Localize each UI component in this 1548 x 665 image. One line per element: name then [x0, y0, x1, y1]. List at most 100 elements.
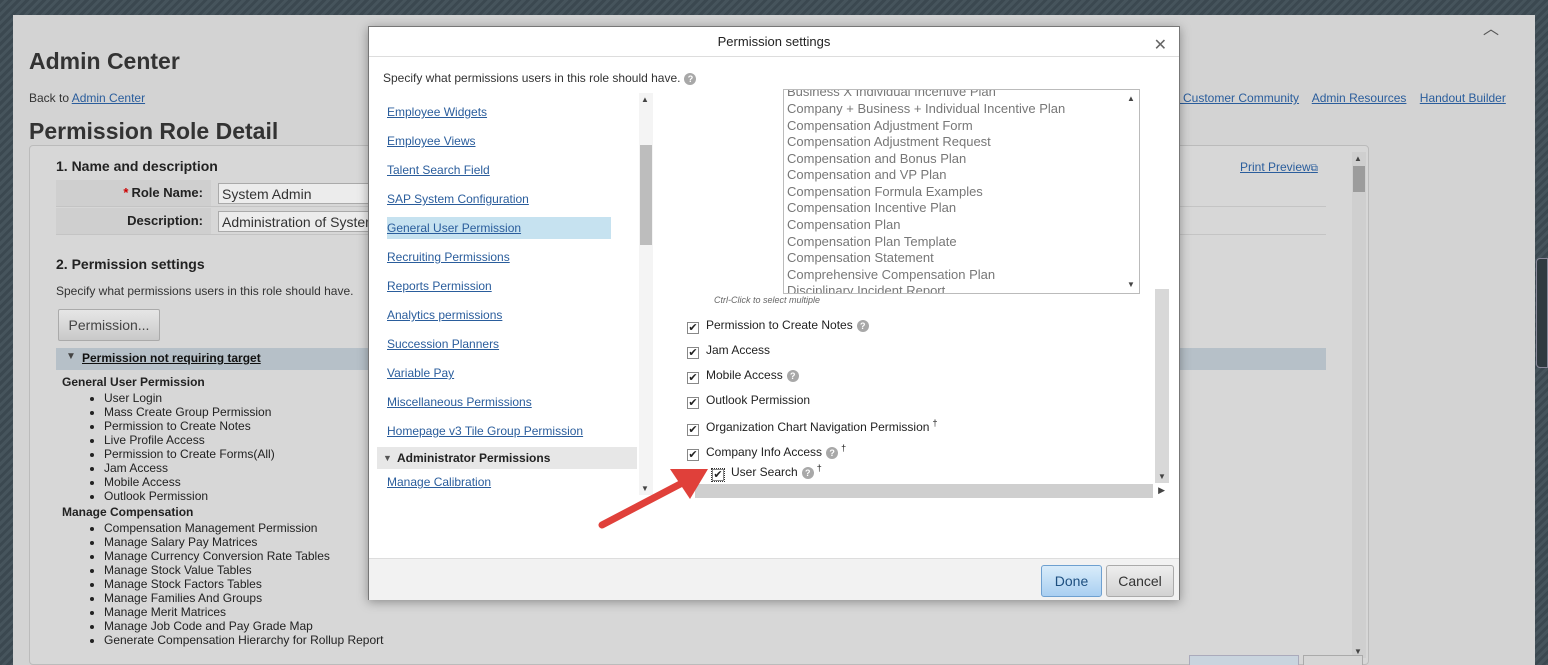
category-variable-pay[interactable]: Variable Pay — [387, 362, 454, 384]
list-option[interactable]: Company + Business + Individual Incentiv… — [787, 101, 1065, 116]
admin-resources-link[interactable]: Admin Resources — [1312, 91, 1407, 105]
checkbox-row-jam-access[interactable]: ✔ Jam Access — [687, 343, 770, 359]
required-marker: * — [123, 185, 129, 200]
back-to-breadcrumb: Back to Admin Center — [29, 91, 145, 105]
permission-button[interactable]: Permission... — [58, 309, 160, 341]
category-general-user-permission[interactable]: General User Permission — [387, 217, 611, 239]
cancel-button[interactable]: Cancel — [1106, 565, 1174, 597]
print-preview-link[interactable]: Print Preview⧉ — [1240, 160, 1318, 174]
group-general-user-permission: General User Permission — [62, 375, 205, 389]
footer-primary-button[interactable] — [1189, 655, 1299, 665]
scroll-down-icon[interactable]: ▼ — [1127, 280, 1135, 289]
admin-center-title: Admin Center — [29, 48, 180, 74]
list-item: Compensation Management Permission — [104, 521, 383, 535]
list-item: Manage Stock Value Tables — [104, 563, 383, 577]
permission-settings-dialog: Permission settings ✕ Specify what permi… — [368, 26, 1180, 600]
checkbox-row-user-search[interactable]: ✔ User Search? † — [711, 463, 822, 482]
list-item: Manage Currency Conversion Rate Tables — [104, 549, 383, 563]
permission-not-requiring-target-label: Permission not requiring target — [82, 351, 261, 365]
list-item: Manage Salary Pay Matrices — [104, 535, 383, 549]
category-employee-views[interactable]: Employee Views — [387, 130, 476, 152]
checkbox-row-org-chart-navigation[interactable]: ✔ Organization Chart Navigation Permissio… — [687, 418, 937, 436]
list-option[interactable]: Comprehensive Compensation Plan — [787, 267, 995, 282]
section-permission-settings-heading: 2. Permission settings — [56, 256, 205, 272]
list-option[interactable]: Compensation Plan Template — [787, 234, 957, 249]
list-item: Manage Families And Groups — [104, 591, 383, 605]
list-option[interactable]: Compensation Formula Examples — [787, 184, 983, 199]
handout-builder-link[interactable]: Handout Builder — [1420, 91, 1506, 105]
scrollbar-thumb[interactable] — [640, 145, 652, 245]
collapse-caret-icon: ▼ — [383, 453, 392, 463]
checkbox-row-create-notes[interactable]: ✔ Permission to Create Notes? — [687, 318, 869, 334]
category-succession-planners[interactable]: Succession Planners — [387, 333, 499, 355]
list-option[interactable]: Compensation Incentive Plan — [787, 200, 956, 215]
list-item: Mass Create Group Permission — [104, 405, 275, 419]
list-option[interactable]: Disciplinary Incident Report — [787, 283, 945, 293]
scroll-up-icon[interactable]: ▲ — [1127, 94, 1135, 103]
scroll-right-icon[interactable]: ▶ — [1158, 485, 1165, 496]
category-manage-calibration[interactable]: Manage Calibration — [387, 471, 491, 493]
back-to-admin-center-link[interactable]: Admin Center — [72, 91, 145, 105]
listbox-scrollbar[interactable]: ▲ ▼ — [1123, 90, 1139, 293]
category-miscellaneous-permissions[interactable]: Miscellaneous Permissions — [387, 391, 532, 413]
scroll-down-icon[interactable]: ▼ — [1158, 472, 1166, 481]
permission-settings-description: Specify what permissions users in this r… — [56, 284, 354, 298]
scroll-up-icon[interactable]: ▲ — [641, 95, 649, 104]
category-reports-permission[interactable]: Reports Permission — [387, 275, 492, 297]
panel-scrollbar[interactable]: ▲ ▼ — [1352, 152, 1366, 658]
list-option[interactable]: Compensation Adjustment Request — [787, 134, 991, 149]
checkbox-create-notes[interactable]: ✔ — [687, 322, 699, 334]
collapse-caret-icon[interactable]: ︿ — [1483, 15, 1499, 39]
checkbox-row-mobile-access[interactable]: ✔ Mobile Access? — [687, 368, 799, 384]
horizontal-scrollbar[interactable]: ▶ — [695, 484, 1165, 498]
list-option[interactable]: Business X Individual Incentive Plan — [787, 90, 996, 99]
manage-compensation-list: Compensation Management Permission Manag… — [104, 521, 383, 647]
category-sap-system-configuration[interactable]: SAP System Configuration — [387, 188, 529, 210]
list-option[interactable]: Compensation Plan — [787, 217, 900, 232]
category-recruiting-permissions[interactable]: Recruiting Permissions — [387, 246, 510, 268]
customer-community-link[interactable]: o Customer Community — [1173, 91, 1299, 105]
description-label: Description: — [56, 208, 211, 234]
checkbox-jam-access[interactable]: ✔ — [687, 347, 699, 359]
form-template-multiselect[interactable]: Business X Individual Incentive Plan Com… — [783, 89, 1140, 294]
list-option[interactable]: Compensation and Bonus Plan — [787, 151, 966, 166]
list-item: Mobile Access — [104, 475, 275, 489]
checkbox-org-chart-navigation[interactable]: ✔ — [687, 424, 699, 436]
list-item: Generate Compensation Hierarchy for Roll… — [104, 633, 383, 647]
list-option[interactable]: Compensation Adjustment Form — [787, 118, 973, 133]
ctrl-click-hint: Ctrl-Click to select multiple — [714, 295, 821, 305]
checkbox-mobile-access[interactable]: ✔ — [687, 372, 699, 384]
dagger-marker: † — [816, 463, 822, 473]
list-item: Manage Stock Factors Tables — [104, 577, 383, 591]
list-item: Permission to Create Notes — [104, 419, 275, 433]
back-to-prefix: Back to — [29, 91, 70, 105]
checkbox-row-outlook-permission[interactable]: ✔ Outlook Permission — [687, 393, 810, 409]
close-icon[interactable]: ✕ — [1154, 35, 1167, 55]
list-option[interactable]: Compensation Statement — [787, 250, 934, 265]
expand-caret-icon: ▼ — [66, 351, 76, 362]
checkbox-outlook-permission[interactable]: ✔ — [687, 397, 699, 409]
dialog-instructions: Specify what permissions users in this r… — [383, 71, 697, 85]
help-icon[interactable]: ? — [826, 446, 839, 459]
dagger-marker: † — [841, 443, 847, 453]
scrollbar-thumb[interactable] — [1353, 166, 1365, 192]
done-button[interactable]: Done — [1041, 565, 1102, 597]
list-option[interactable]: Compensation and VP Plan — [787, 167, 946, 182]
category-list-scrollbar[interactable]: ▲ ▼ — [639, 93, 653, 495]
dialog-title: Permission settings — [369, 27, 1179, 57]
help-icon[interactable]: ? — [856, 319, 869, 332]
checkbox-area-scrollbar[interactable]: ▼ — [1155, 289, 1169, 483]
category-homepage-v3-tile-group[interactable]: Homepage v3 Tile Group Permission — [387, 420, 583, 442]
category-employee-widgets[interactable]: Employee Widgets — [387, 101, 487, 123]
dialog-footer: Done Cancel — [369, 558, 1179, 600]
footer-secondary-button[interactable] — [1303, 655, 1363, 665]
help-icon[interactable]: ? — [786, 369, 799, 382]
section-name-description-heading: 1. Name and description — [56, 158, 218, 174]
help-icon[interactable]: ? — [801, 466, 814, 479]
category-analytics-permissions[interactable]: Analytics permissions — [387, 304, 502, 326]
category-talent-search-field[interactable]: Talent Search Field — [387, 159, 490, 181]
help-icon[interactable]: ? — [684, 72, 697, 85]
scroll-up-icon[interactable]: ▲ — [1354, 154, 1362, 163]
annotation-arrow-icon — [598, 469, 708, 529]
support-side-tab[interactable] — [1536, 258, 1548, 368]
